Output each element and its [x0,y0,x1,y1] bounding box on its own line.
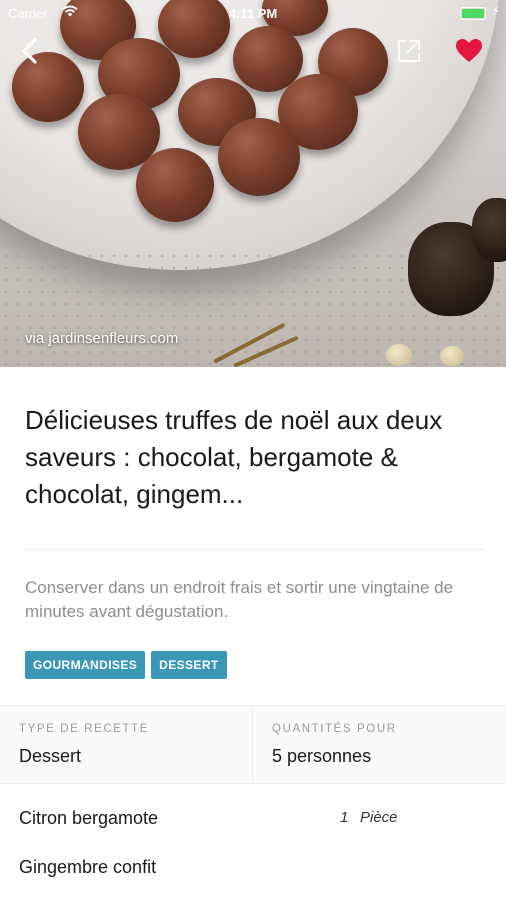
ingredient-name: Citron bergamote [19,808,159,828]
recipe-title: Délicieuses truffes de noël aux deux sav… [25,405,443,509]
servings-label: QUANTITÉS POUR [272,723,397,735]
tag-gourmandises[interactable]: GOURMANDISES [25,651,146,679]
recipe-type-label: TYPE DE RECETTE [19,723,150,735]
chevron-left-icon[interactable] [16,36,46,66]
share-icon[interactable] [396,38,422,64]
hero-image: via jardinsenfleurs.com [0,0,506,367]
tag-list: GOURMANDISES DESSERT [25,651,227,679]
ingredient-row: Citron bergamote 1 Pièce [19,800,489,840]
hazelnut [386,344,412,366]
servings-value: 5 personnes [272,746,372,766]
ingredient-unit: Pièce [360,809,398,826]
status-bar: Carrier 4:11 PM ⚡ [0,0,506,26]
pine-cone [472,198,506,262]
truffle [218,118,300,196]
ingredient-name: Gingembre confit [19,857,157,877]
image-credit[interactable]: via jardinsenfleurs.com [25,330,178,347]
servings: QUANTITÉS POUR 5 personnes [253,706,506,783]
charging-icon: ⚡ [491,4,500,18]
divider [25,549,485,550]
truffle [136,148,214,222]
recipe-description: Conserver dans un endroit frais et sorti… [25,578,454,621]
ingredient-row: Gingembre confit [19,849,489,889]
heart-icon[interactable] [455,38,483,64]
recipe-info: TYPE DE RECETTE Dessert QUANTITÉS POUR 5… [0,705,506,784]
hazelnut [440,346,464,366]
recipe-type-value: Dessert [19,746,82,766]
clock: 4:11 PM [228,6,278,21]
tag-dessert[interactable]: DESSERT [151,651,227,679]
recipe-type: TYPE DE RECETTE Dessert [0,706,253,783]
battery-icon [460,7,486,20]
ingredient-quantity: 1 [340,809,349,826]
